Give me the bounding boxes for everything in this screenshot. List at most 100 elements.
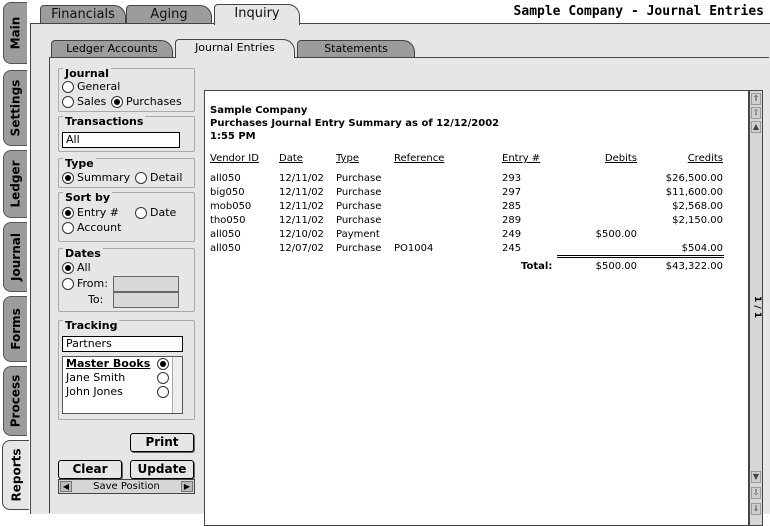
save-position-left-arrow-icon[interactable]: ◀: [60, 481, 72, 492]
dates-group-title: Dates: [63, 247, 103, 260]
tab-inquiry[interactable]: Inquiry: [214, 4, 300, 25]
sort-entry-radio[interactable]: Entry #: [62, 206, 119, 219]
cell-type: Purchase: [336, 173, 382, 184]
list-item-label: Master Books: [66, 357, 151, 370]
save-position-label[interactable]: Save Position: [93, 481, 160, 492]
cell-entry-number: 289: [502, 215, 522, 226]
side-tab-journal[interactable]: Journal: [3, 222, 27, 292]
list-item-radio[interactable]: [157, 386, 172, 398]
last-page-icon[interactable]: ⇓: [751, 503, 761, 515]
to-date-field[interactable]: [113, 292, 179, 308]
side-tab-label: Main: [8, 16, 23, 50]
transactions-field[interactable]: All: [62, 132, 180, 148]
radio-dot: [111, 95, 123, 108]
report-scrollbar[interactable]: ⇑ ⇧ ▲ 1 / 1 ▼ ⇩ ⇓: [749, 90, 763, 526]
tab-ledger-accounts[interactable]: Ledger Accounts: [51, 40, 173, 57]
side-tab-ledger[interactable]: Ledger: [3, 150, 27, 218]
side-tab-settings[interactable]: Settings: [3, 70, 27, 146]
type-detail-radio[interactable]: Detail: [135, 171, 182, 184]
page-up-icon[interactable]: ⇧: [751, 107, 761, 119]
list-item-radio[interactable]: [157, 358, 172, 370]
cell-type: Purchase: [336, 243, 382, 254]
radio-dot: [157, 386, 169, 398]
cell-vendor-id: tho050: [210, 215, 246, 226]
tracking-list-scrollbar[interactable]: [172, 357, 182, 413]
cell-vendor-id: all050: [210, 229, 241, 240]
report-subtitle: Purchases Journal Entry Summary as of 12…: [210, 118, 500, 129]
list-item[interactable]: John Jones: [63, 385, 182, 399]
side-tab-label: Journal: [8, 233, 23, 281]
update-button[interactable]: Update: [130, 460, 194, 479]
radio-dot: [135, 171, 147, 184]
radio-label: Entry #: [77, 206, 119, 219]
side-tab-process[interactable]: Process: [3, 366, 27, 436]
cell-entry-number: 249: [502, 229, 522, 240]
report-view: Sample Company Purchases Journal Entry S…: [204, 90, 749, 526]
tab-aging[interactable]: Aging: [126, 5, 212, 24]
tab-statements[interactable]: Statements: [297, 40, 415, 57]
dates-all-radio[interactable]: All: [62, 261, 91, 274]
journal-group: Journal General Sales Purchases: [58, 67, 195, 112]
list-item[interactable]: Master Books: [63, 357, 182, 371]
sort-account-radio[interactable]: Account: [62, 221, 121, 234]
cell-type: Purchase: [336, 201, 382, 212]
radio-dot: [62, 95, 74, 108]
journal-purchases-radio[interactable]: Purchases: [111, 95, 182, 108]
sort-by-group: Sort by Entry # Date Account: [58, 191, 195, 242]
cell-vendor-id: all050: [210, 173, 241, 184]
side-tab-bar: Main Settings Ledger Journal Forms Proce…: [0, 0, 30, 514]
type-summary-radio[interactable]: Summary: [62, 171, 130, 184]
first-page-icon[interactable]: ⇑: [751, 93, 761, 105]
side-tab-label: Forms: [8, 308, 23, 350]
top-tab-bar: Financials Aging Inquiry Sample Company …: [30, 0, 770, 25]
app-title: Sample Company - Journal Entries: [513, 4, 764, 19]
journal-sales-radio[interactable]: Sales: [62, 95, 106, 108]
side-tab-forms[interactable]: Forms: [3, 296, 27, 362]
column-header-date: Date: [279, 153, 303, 164]
print-button[interactable]: Print: [130, 433, 194, 452]
radio-label: General: [77, 80, 121, 93]
radio-label: Sales: [77, 95, 107, 108]
cell-debits: $500.00: [595, 229, 637, 240]
tab-journal-entries[interactable]: Journal Entries: [175, 39, 295, 58]
radio-dot: [135, 206, 147, 219]
tracking-field[interactable]: Partners: [62, 336, 183, 352]
cell-date: 12/07/02: [279, 243, 324, 254]
column-header-reference: Reference: [394, 153, 445, 164]
radio-dot: [62, 171, 74, 184]
tracking-list[interactable]: Master Books Jane Smith John Jones: [62, 356, 183, 414]
radio-dot: [62, 221, 74, 234]
from-date-field[interactable]: [113, 276, 179, 292]
sub-tab-bar: Ledger Accounts Journal Entries Statemen…: [51, 38, 751, 58]
scroll-down-icon[interactable]: ▼: [751, 471, 761, 483]
page-indicator: 1 / 1: [752, 296, 762, 319]
journal-general-radio[interactable]: General: [62, 80, 120, 93]
tracking-group-title: Tracking: [63, 319, 120, 332]
cell-date: 12/10/02: [279, 229, 324, 240]
tab-financials[interactable]: Financials: [40, 5, 126, 24]
column-header-type: Type: [336, 153, 359, 164]
list-item[interactable]: Jane Smith: [63, 371, 182, 385]
cell-reference: PO1004: [394, 243, 434, 254]
transactions-group-title: Transactions: [63, 115, 146, 128]
radio-label: From:: [77, 277, 108, 290]
side-tab-reports[interactable]: Reports: [2, 440, 29, 510]
save-position-right-arrow-icon[interactable]: ▶: [181, 481, 193, 492]
dates-from-radio[interactable]: From:: [62, 277, 108, 290]
tracking-group: Tracking Partners Master Books Jane Smit…: [58, 319, 195, 420]
journal-group-title: Journal: [63, 67, 111, 80]
radio-dot: [62, 80, 74, 93]
clear-button[interactable]: Clear: [58, 460, 122, 479]
scroll-up-icon[interactable]: ▲: [751, 121, 761, 133]
page-down-icon[interactable]: ⇩: [751, 487, 761, 499]
cell-date: 12/11/02: [279, 173, 324, 184]
sort-date-radio[interactable]: Date: [135, 206, 176, 219]
dates-group: Dates All From: To:: [58, 247, 195, 312]
total-rule: [557, 255, 724, 258]
cell-credits: $2,150.00: [672, 215, 723, 226]
list-item-radio[interactable]: [157, 372, 172, 384]
cell-credits: $26,500.00: [665, 173, 723, 184]
report-company: Sample Company: [210, 105, 308, 116]
side-tab-main[interactable]: Main: [3, 2, 27, 64]
side-tab-label: Process: [8, 374, 23, 428]
